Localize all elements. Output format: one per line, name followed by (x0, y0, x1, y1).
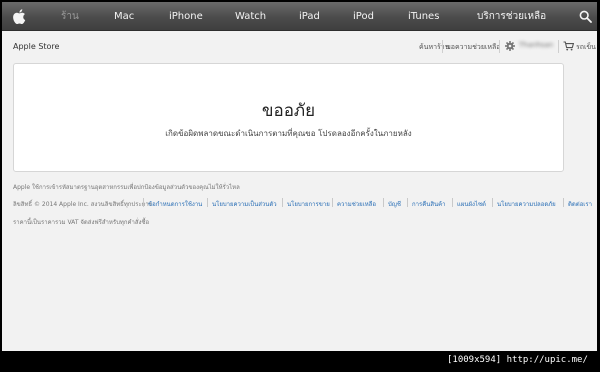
footer-divider (332, 198, 333, 207)
subnav-divider (442, 40, 443, 53)
nav-item-watch[interactable]: Watch (235, 2, 266, 31)
footer-divider (143, 198, 144, 207)
footer-divider (407, 198, 408, 207)
footer-divider (207, 198, 208, 207)
footer-link-account[interactable]: บัญชี (388, 199, 401, 209)
footer-link-security-policy[interactable]: นโยบายความปลอดภัย (497, 199, 556, 209)
watermark-text: [1009x594] http://upic.me/ (447, 355, 588, 365)
nav-item-ipod[interactable]: iPod (353, 2, 374, 31)
store-subnav: Apple Store ค้นหาร้าน ขอความช่วยเหลือ Th… (2, 32, 597, 62)
screenshot-frame: ร้าน Mac iPhone Watch iPad iPod iTunes บ… (0, 0, 600, 372)
footer-divider (492, 198, 493, 207)
nav-item-iphone[interactable]: iPhone (169, 2, 203, 31)
footer-divider (452, 198, 453, 207)
security-notice: Apple ใช้การเข้ารหัสมาตรฐานอุตสาหกรรมเพื… (13, 184, 240, 191)
account-name[interactable]: Thanhsan (519, 41, 553, 49)
subnav-divider (499, 40, 500, 53)
nav-item-ipad[interactable]: iPad (299, 2, 320, 31)
footer-link-help[interactable]: ความช่วยเหลือ (337, 199, 376, 209)
store-title[interactable]: Apple Store (13, 42, 59, 51)
footer-link-returns[interactable]: การคืนสินค้า (412, 199, 446, 209)
footer-divider (383, 198, 384, 207)
apple-logo-icon[interactable] (12, 9, 26, 24)
browser-page: ร้าน Mac iPhone Watch iPad iPod iTunes บ… (2, 2, 597, 351)
copyright-text: ลิขสิทธิ์ © 2014 Apple Inc. สงวนลิขสิทธิ… (13, 201, 152, 208)
error-title: ขออภัย (261, 101, 316, 121)
footer-link-terms[interactable]: ข้อกำหนดการใช้งาน (148, 199, 202, 209)
footer-divider (282, 198, 283, 207)
footer-link-sitemap[interactable]: แผนผังไซต์ (457, 199, 486, 209)
gear-icon[interactable] (505, 41, 515, 51)
footer-link-contact[interactable]: ติดต่อเรา (568, 199, 592, 209)
vat-note: ราคานี้เป็นราคารวม VAT จัดส่งฟรีสำหรับทุ… (13, 219, 150, 226)
nav-item-store[interactable]: ร้าน (61, 2, 79, 31)
search-icon[interactable] (579, 10, 592, 23)
cart-icon[interactable] (563, 41, 574, 51)
cart-label[interactable]: รถเข็น (576, 42, 596, 53)
find-store-link[interactable]: ค้นหาร้าน (419, 42, 450, 53)
error-panel: ขออภัย เกิดข้อผิดพลาดขณะดำเนินการตามที่ค… (13, 63, 564, 172)
footer-link-sales-policy[interactable]: นโยบายการขาย (287, 199, 330, 209)
nav-item-itunes[interactable]: iTunes (408, 2, 439, 31)
footer-link-privacy[interactable]: นโยบายความเป็นส่วนตัว (212, 199, 277, 209)
nav-item-support[interactable]: บริการช่วยเหลือ (477, 2, 546, 31)
footer-divider (563, 198, 564, 207)
subnav-divider (558, 40, 559, 53)
get-help-link[interactable]: ขอความช่วยเหลือ (446, 42, 500, 53)
error-message: เกิดข้อผิดพลาดขณะดำเนินการตามที่คุณขอ โป… (165, 129, 412, 138)
global-nav: ร้าน Mac iPhone Watch iPad iPod iTunes บ… (2, 2, 597, 31)
nav-item-mac[interactable]: Mac (114, 2, 134, 31)
